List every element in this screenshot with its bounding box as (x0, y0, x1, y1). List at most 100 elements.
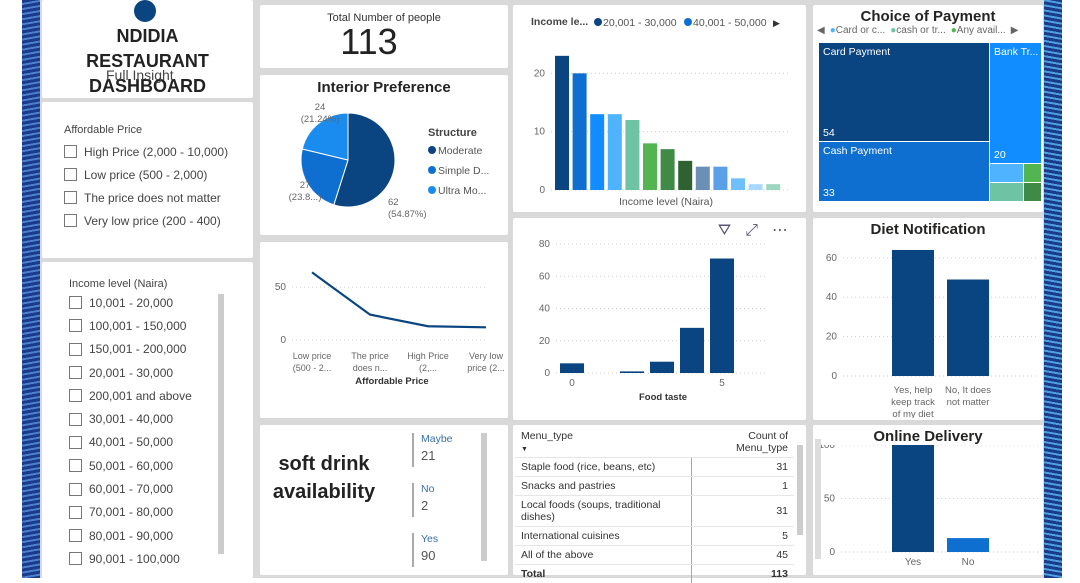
treemap-tile[interactable] (1024, 164, 1041, 182)
slicer-title: Affordable Price (64, 124, 253, 136)
checkbox-icon[interactable] (69, 296, 82, 309)
tile-value: 20 (994, 149, 1006, 161)
bar (643, 143, 657, 190)
x-tick-label: keep track (891, 397, 935, 408)
bar (590, 114, 604, 190)
checkbox-icon[interactable] (69, 483, 82, 496)
checkbox-icon[interactable] (69, 366, 82, 379)
option-label: Low price (500 - 2,000) (84, 168, 207, 182)
legend-item: 40,001 - 50,000 (693, 17, 767, 29)
slicer-option[interactable]: 200,001 and above (69, 384, 253, 407)
slicer-option[interactable]: 60,001 - 70,000 (69, 477, 253, 500)
soft-drink-card: soft drink availability Maybe21No2Yes90 (260, 425, 508, 575)
x-tick-label: Yes, help (894, 385, 933, 396)
y-tick-label: 0 (829, 547, 835, 558)
focus-mode-icon[interactable]: ⤢ (745, 220, 758, 240)
checkbox-icon[interactable] (69, 529, 82, 542)
x-tick-label: of my diet (892, 409, 934, 418)
category-label: Yes (421, 533, 453, 545)
treemap-tile[interactable] (990, 183, 1023, 201)
choice-of-payment-chart: Choice of Payment ◀●Card or c...●cash or… (813, 5, 1043, 212)
legend-item[interactable]: ●Card or c... (830, 25, 886, 36)
more-options-icon[interactable]: ⋯ (772, 220, 788, 240)
option-label: The price does not matter (84, 191, 221, 205)
checkbox-icon[interactable] (64, 168, 77, 181)
x-tick-label: Very low (469, 351, 504, 361)
menu-type-cell: International cuisines (515, 527, 692, 546)
slicer-option[interactable]: 100,001 - 150,000 (69, 314, 253, 337)
checkbox-icon[interactable] (69, 413, 82, 426)
table-row[interactable]: All of the above45 (515, 546, 794, 565)
checkbox-icon[interactable] (69, 319, 82, 332)
x-tick-label: (500 - 2... (293, 363, 332, 373)
bar (678, 161, 692, 190)
table-row[interactable]: Local foods (soups, traditional dishes)3… (515, 496, 794, 527)
treemap-tile[interactable]: Card Payment54 (819, 43, 989, 141)
slicer-option[interactable]: 20,001 - 30,000 (69, 361, 253, 384)
total-row: Total113 (515, 565, 794, 583)
bar (713, 167, 727, 190)
slicer-option[interactable]: 40,001 - 50,000 (69, 431, 253, 454)
y-tick-label: 60 (826, 253, 838, 264)
x-tick-label: does n... (353, 363, 388, 373)
slicer-option[interactable]: 70,001 - 80,000 (69, 501, 253, 524)
x-axis-title: Affordable Price (355, 376, 428, 387)
legend-marker (428, 166, 436, 174)
table-row[interactable]: International cuisines5 (515, 527, 794, 546)
legend-next-arrow[interactable]: ▶ (1011, 25, 1019, 36)
slicer-option[interactable]: Low price (500 - 2,000) (64, 163, 253, 186)
legend-item[interactable]: ●Any avail... (951, 25, 1006, 36)
slicer-option[interactable]: 50,001 - 60,000 (69, 454, 253, 477)
count-cell: 5 (692, 527, 794, 546)
filter-icon[interactable]: ⛛ (718, 220, 731, 240)
slicer-option[interactable]: Very low price (200 - 400) (64, 209, 253, 232)
checkbox-icon[interactable] (69, 436, 82, 449)
x-tick-label: 0 (569, 378, 575, 389)
checkbox-icon[interactable] (64, 145, 77, 158)
treemap-tile[interactable] (990, 164, 1023, 182)
card-scrollbar[interactable] (481, 433, 487, 561)
legend-item: 20,001 - 30,000 (603, 17, 677, 29)
y-tick-label: 20 (826, 332, 838, 343)
legend-prev-arrow[interactable]: ◀ (817, 25, 825, 36)
table-scrollbar[interactable] (797, 445, 803, 535)
legend-item[interactable]: ●cash or tr... (890, 25, 946, 36)
tile-label: Cash Payment (823, 145, 985, 157)
y-tick-label: 0 (831, 371, 837, 382)
option-label: 30,001 - 40,000 (89, 412, 173, 426)
slicer-option[interactable]: High Price (2,000 - 10,000) (64, 140, 253, 163)
checkbox-icon[interactable] (69, 343, 82, 356)
checkbox-icon[interactable] (69, 389, 82, 402)
series-line (312, 272, 486, 327)
checkbox-icon[interactable] (69, 459, 82, 472)
checkbox-icon[interactable] (64, 214, 77, 227)
chart-title: Diet Notification (813, 221, 1043, 238)
legend-marker (684, 18, 692, 26)
treemap-tile[interactable]: Cash Payment33 (819, 142, 989, 201)
treemap-tile[interactable]: Bank Tr...20 (990, 43, 1041, 163)
option-label: 50,001 - 60,000 (89, 459, 173, 473)
chart-scrollbar[interactable] (815, 439, 821, 559)
slicer-option[interactable]: 150,001 - 200,000 (69, 338, 253, 361)
bar (710, 259, 734, 373)
slicer-scrollbar[interactable] (218, 294, 224, 554)
checkbox-icon[interactable] (69, 506, 82, 519)
checkbox-icon[interactable] (69, 552, 82, 565)
option-label: 80,001 - 90,000 (89, 529, 173, 543)
option-label: 20,001 - 30,000 (89, 366, 173, 380)
y-tick-label: 40 (539, 304, 551, 315)
slicer-option[interactable]: 80,001 - 90,000 (69, 524, 253, 547)
checkbox-icon[interactable] (64, 191, 77, 204)
slicer-option[interactable]: 30,001 - 40,000 (69, 407, 253, 430)
slicer-option[interactable]: The price does not matter (64, 186, 253, 209)
slicer-option[interactable]: 90,001 - 100,000 (69, 547, 253, 570)
column-header-menu-type[interactable]: Menu_type▼ (515, 427, 692, 458)
table-row[interactable]: Snacks and pastries1 (515, 477, 794, 496)
income-level-chart: 01020Income le...20,001 - 30,00040,001 -… (513, 5, 806, 212)
slicer-option[interactable]: 10,001 - 20,000 (69, 291, 253, 314)
y-tick-label: 50 (275, 282, 287, 293)
table-row[interactable]: Staple food (rice, beans, etc)31 (515, 458, 794, 477)
x-tick-label: 5 (719, 378, 725, 389)
treemap-tile[interactable] (1024, 183, 1041, 201)
column-header-count[interactable]: Count of Menu_type (692, 427, 794, 458)
